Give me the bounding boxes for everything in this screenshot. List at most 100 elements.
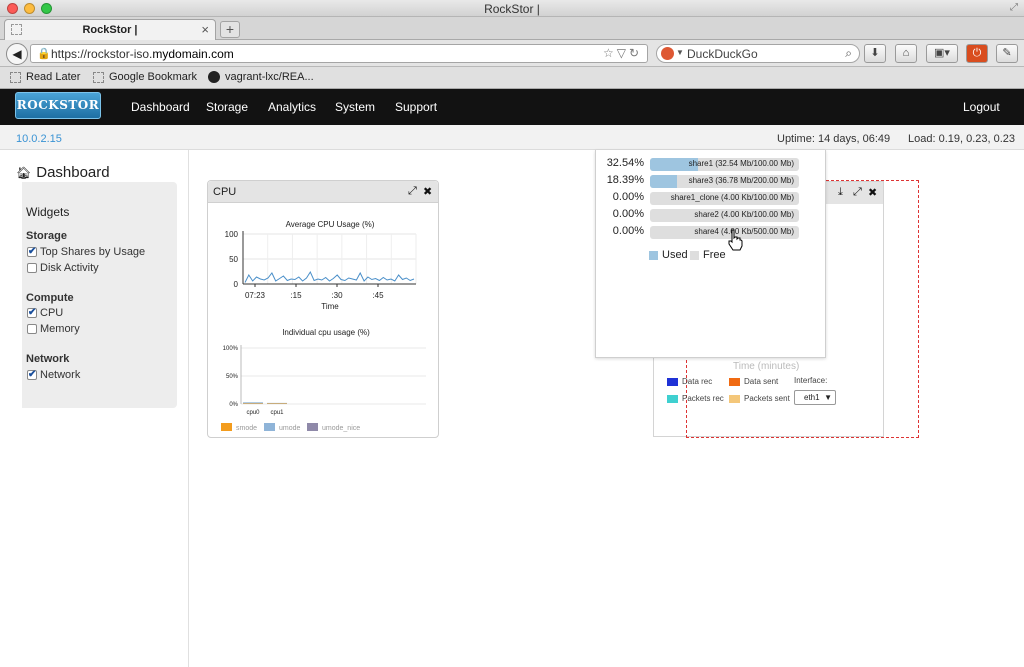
checkbox-cpu[interactable]: ✔ CPU [27,307,63,319]
home-icon: 🏠︎ [16,166,32,180]
share-pct: 32.54% [606,157,644,169]
checkbox-checked-icon[interactable]: ✔ [27,308,37,318]
bookmark-icon [10,71,21,83]
downloads-button[interactable]: ⬇ [864,44,886,63]
interface-select[interactable]: eth1 ▼ [794,390,836,405]
share-pct: 18.39% [606,174,644,186]
checkbox-memory[interactable]: Memory [27,323,80,335]
cpu-bar-smode [243,403,263,404]
share-pct: 0.00% [612,191,644,203]
notes-icon[interactable]: ✎ [996,44,1018,63]
status-bar: 10.0.2.15 Uptime: 14 days, 06:49 Load: 0… [0,125,1024,150]
legend-swatch-umode [264,423,275,431]
y-tick-label: 50 [229,255,238,264]
top-shares-widget[interactable]: 32.54% share1 (32.54 Mb/100.00 Mb) 18.39% s… [595,150,826,358]
share-bar-label: share2 (4.00 Kb/100.00 Mb) [694,210,794,219]
legend-data-sent: Data sent [729,377,778,386]
nav-analytics[interactable]: Analytics [268,100,316,114]
x-tick-label: :30 [331,291,343,300]
addon-icon[interactable]: ⏻ [966,44,988,63]
avg-cpu-title: Average CPU Usage (%) [286,220,375,229]
history-dropdown-icon[interactable]: ▽ [617,46,629,60]
maximize-icon[interactable]: ⤢ [408,185,417,198]
cpu-widget-title: CPU [213,186,237,198]
legend-packets-sent: Packets sent [729,394,790,403]
legend-free: Free [690,249,726,261]
new-tab-button[interactable]: + [220,21,240,38]
individual-cpu-title: Individual cpu usage (%) [282,328,370,337]
nav-support[interactable]: Support [395,100,437,114]
load-text: Load: 0.19, 0.23, 0.23 [908,133,1016,145]
group-storage: Storage [26,230,67,242]
back-button[interactable]: ◀ [6,43,28,65]
search-icon[interactable]: ⌕ [845,46,852,61]
search-bar[interactable]: ▼ DuckDuckGo ⌕ [656,44,860,63]
hand-cursor-icon [728,229,743,251]
bookmark-vagrant[interactable]: vagrant-lxc/REA... [208,71,314,83]
fullscreen-icon[interactable]: ⤢ [1010,2,1018,13]
nav-storage[interactable]: Storage [206,100,248,114]
y-tick-label: 100 [225,230,239,239]
nav-system[interactable]: System [335,100,375,114]
reload-icon[interactable]: ↻ [629,46,642,60]
rockstor-logo[interactable]: ROCKSTOR [15,92,101,119]
lock-icon: 🔒 [37,48,51,60]
checkbox-unchecked-icon[interactable] [27,263,37,273]
nav-dashboard[interactable]: Dashboard [131,100,190,114]
y-tick-label: 0% [229,402,238,408]
y-tick-label: 50% [226,374,239,380]
close-tab-icon[interactable]: × [201,22,209,37]
legend-label-umode_nice: umode_nice [322,425,360,432]
window-title: RockStor | [484,2,540,16]
github-icon [208,71,220,83]
share-bar: share4 (4.00 Kb/500.00 Mb) [650,226,799,239]
checkbox-network[interactable]: ✔ Network [27,369,80,381]
bookmark-icon [93,71,104,83]
checkbox-checked-icon[interactable]: ✔ [27,247,37,257]
bookmarks-menu-button[interactable]: ▣▾ [926,44,958,63]
logout-link[interactable]: Logout [963,100,1000,114]
share-bar-used [650,175,678,188]
cpu-widget: CPU ⤢ ✖ Average CPU Usage (%) 0 50 100 07:23… [207,180,439,438]
cpu-bar-umode [267,402,287,404]
checkbox-unchecked-icon[interactable] [27,324,37,334]
cpu-bar-smode [267,403,287,404]
legend-swatch-smode [221,423,232,431]
tab-title: RockStor | [82,24,138,36]
widgets-panel: Widgets Storage ✔ Top Shares by Usage Dis… [22,182,177,408]
search-placeholder: DuckDuckGo [687,47,758,61]
browser-toolbar: ◀ 🔒 https://rockstor-iso.mydomain.com ☆▽… [0,40,1024,67]
share-bar: share2 (4.00 Kb/100.00 Mb) [650,209,799,222]
x-tick-label: :45 [372,291,384,300]
category-label: cpu0 [246,410,260,416]
tab-bar: RockStor | × + [0,17,1024,40]
host-ip-link[interactable]: 10.0.2.15 [16,133,62,145]
home-button[interactable]: ⌂ [895,44,917,63]
bookmark-star-icon[interactable]: ☆ [603,46,617,60]
window-titlebar: RockStor | ⤢ [0,0,1024,17]
bookmark-read-later[interactable]: Read Later [10,71,80,83]
share-bar-label: share1_clone (4.00 Kb/100.00 Mb) [670,193,794,202]
share-bar-label: share4 (4.00 Kb/500.00 Mb) [694,227,794,236]
legend-used: Used [649,249,688,261]
share-bar: share1_clone (4.00 Kb/100.00 Mb) [650,192,799,205]
engine-dropdown-icon[interactable]: ▼ [676,48,684,57]
cpu-widget-header[interactable]: CPU ⤢ ✖ [208,181,438,203]
checkbox-top-shares[interactable]: ✔ Top Shares by Usage [27,246,145,258]
page-title: 🏠︎ Dashboard [16,164,110,181]
url-bar[interactable]: 🔒 https://rockstor-iso.mydomain.com ☆▽↻ [30,44,648,63]
close-widget-icon[interactable]: ✖ [423,185,432,198]
legend-label-smode: smode [236,425,257,432]
duckduckgo-icon[interactable] [661,47,674,60]
cpu-bar-umode [243,402,263,404]
legend-packets-rec: Packets rec [667,394,724,403]
share-pct: 0.00% [612,225,644,237]
checkbox-disk-activity[interactable]: Disk Activity [27,262,99,274]
checkbox-checked-icon[interactable]: ✔ [27,370,37,380]
tab-rockstor[interactable]: RockStor | × [4,19,216,40]
network-xaxis-label: Time (minutes) [733,361,800,372]
share-pct: 0.00% [612,208,644,220]
share-bar: share1 (32.54 Mb/100.00 Mb) [650,158,799,171]
x-axis-label: Time [321,302,339,311]
bookmark-google[interactable]: Google Bookmark [93,71,197,83]
